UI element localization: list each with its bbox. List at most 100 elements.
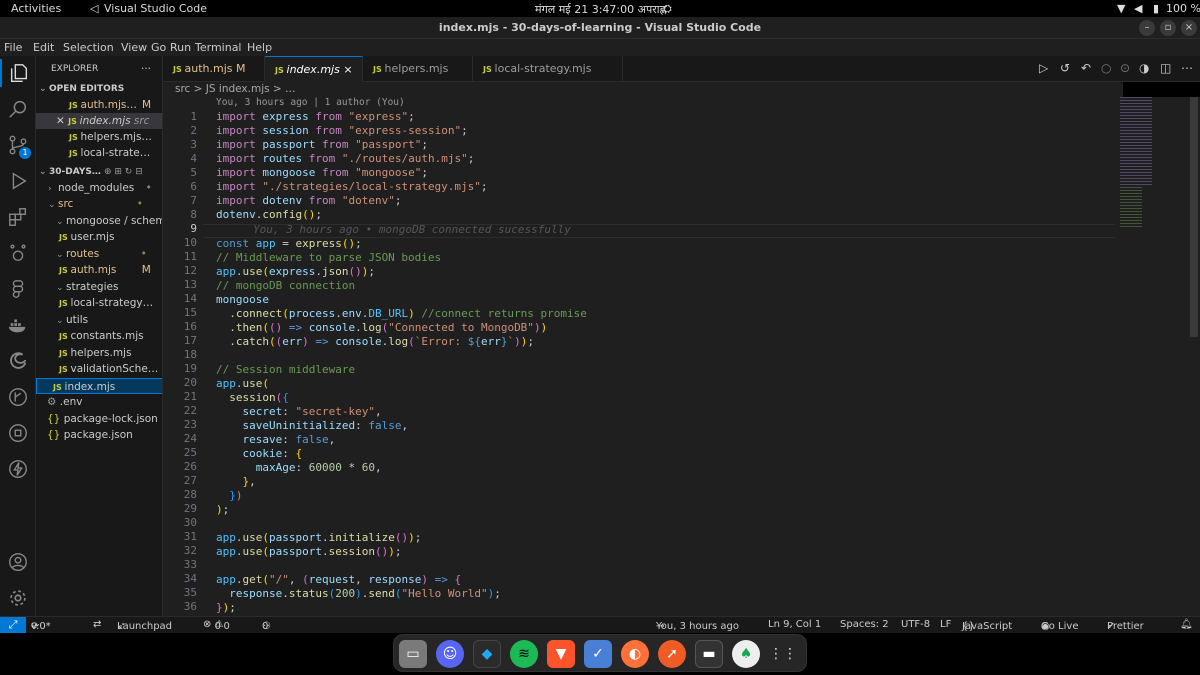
- code-comment: // Middleware to parse JSON bodies: [216, 251, 442, 264]
- volume-icon[interactable]: ◀: [1134, 2, 1142, 15]
- git-graph-icon[interactable]: [0, 383, 36, 411]
- brave-browser-icon[interactable]: ▼: [547, 640, 575, 668]
- menu-view[interactable]: View: [121, 41, 147, 54]
- app-name[interactable]: Visual Studio Code: [104, 2, 207, 15]
- compare-icon[interactable]: ⇄: [93, 619, 101, 630]
- settings-gear-icon[interactable]: [0, 584, 36, 612]
- menu-file[interactable]: File: [4, 41, 22, 54]
- run-debug-icon[interactable]: [0, 167, 36, 195]
- tree-file[interactable]: {} package.json: [36, 427, 162, 443]
- close-button[interactable]: ×: [1181, 20, 1197, 36]
- menu-run[interactable]: Run: [170, 41, 191, 54]
- tree-file[interactable]: JS user.mjs: [36, 229, 162, 245]
- code-editor[interactable]: You, 3 hours ago | 1 author (You) 123456…: [163, 97, 1120, 616]
- remote-explorer-icon[interactable]: [0, 419, 36, 447]
- tree-file[interactable]: JS constants.mjs: [36, 328, 162, 344]
- minimap[interactable]: [1120, 97, 1188, 616]
- terminal-app-icon[interactable]: ▬: [695, 640, 723, 668]
- code-line: response.status(200).send("Hello World")…: [229, 587, 501, 600]
- explorer-sidebar: EXPLORER ··· ⌄ OPEN EDITORS JS auth.mjs… …: [36, 56, 163, 616]
- menu-terminal[interactable]: Terminal: [195, 41, 242, 54]
- workspace-header[interactable]: ⌄ 30-DAYS… ⊕ ⊞ ↻ ⊟: [39, 164, 162, 180]
- tree-file[interactable]: JS local-strategy…: [36, 295, 162, 311]
- previous-change-icon[interactable]: ○: [1101, 61, 1111, 75]
- remote-indicator-icon[interactable]: ⤢: [0, 617, 26, 633]
- figma-icon[interactable]: [0, 275, 36, 303]
- maximize-button[interactable]: ▫: [1160, 20, 1176, 36]
- tree-folder[interactable]: › node_modules •: [36, 180, 162, 196]
- open-editor-item[interactable]: JS local-strate…: [36, 145, 162, 161]
- open-preview-icon[interactable]: ◑: [1139, 61, 1149, 75]
- account-icon[interactable]: [0, 548, 36, 576]
- revert-icon[interactable]: ↶: [1081, 61, 1091, 75]
- open-editor-item[interactable]: JS auth.mjs… M: [36, 97, 162, 113]
- activities-button[interactable]: Activities: [11, 2, 61, 15]
- tab-local-strategy[interactable]: JS local-strategy.mjs: [473, 56, 623, 82]
- menu-selection[interactable]: Selection: [63, 41, 114, 54]
- tree-folder[interactable]: ⌄mongoose / schem…: [36, 213, 162, 229]
- minimize-button[interactable]: –: [1139, 20, 1155, 36]
- tab-index[interactable]: JS index.mjs ×: [265, 56, 363, 82]
- vscode-dock-icon[interactable]: ◆: [473, 640, 501, 668]
- tree-folder[interactable]: ⌄ routes •: [36, 246, 162, 262]
- tree-folder[interactable]: ⌄ src •: [36, 196, 162, 212]
- tree-folder[interactable]: ⌄ utils: [36, 312, 162, 328]
- firefox-app-icon[interactable]: ◐: [621, 640, 649, 668]
- explorer-icon[interactable]: [0, 59, 36, 87]
- thunder-client-icon[interactable]: [0, 455, 36, 483]
- editor-scrollbar[interactable]: [1188, 97, 1200, 616]
- tab-helpers[interactable]: JS helpers.mjs: [363, 56, 473, 82]
- mongodb-compass-icon[interactable]: ♠: [732, 640, 760, 668]
- menu-go[interactable]: Go: [151, 41, 166, 54]
- line-ending[interactable]: LF: [940, 619, 951, 630]
- tree-file[interactable]: JS validationSche…: [36, 361, 162, 377]
- problems-indicator[interactable]: ⊗ 0 ⚠ 0: [203, 619, 230, 632]
- tree-file[interactable]: JS auth.mjs M: [36, 262, 162, 278]
- cursor-position[interactable]: Ln 9, Col 1: [768, 619, 821, 630]
- tree-file-selected[interactable]: JS index.mjs: [36, 378, 162, 394]
- tree-folder[interactable]: ⌄ strategies: [36, 279, 162, 295]
- tree-file[interactable]: {} package-lock.json: [36, 411, 162, 427]
- indentation[interactable]: Spaces: 2: [840, 619, 889, 630]
- files-app-icon[interactable]: ▭: [399, 640, 427, 668]
- menu-edit[interactable]: Edit: [33, 41, 54, 54]
- close-tab-icon[interactable]: ×: [343, 63, 352, 76]
- open-editor-item-active[interactable]: ✕ JS index.mjs src: [36, 113, 162, 129]
- line-number: 31: [183, 530, 197, 543]
- next-change-icon[interactable]: ⊙: [1120, 61, 1130, 75]
- notifications-bell-icon[interactable]: 🔔︎: [1180, 619, 1193, 630]
- breadcrumb[interactable]: src > JS index.mjs > …: [163, 82, 1123, 97]
- split-editor-icon[interactable]: ◫: [1160, 61, 1171, 75]
- postman-app-icon[interactable]: ➚: [658, 640, 686, 668]
- open-editor-item[interactable]: JS helpers.mjs…: [36, 129, 162, 145]
- inline-blame-hint: You, 3 hours ago • mongoDB connected suc…: [253, 223, 571, 236]
- app-grid-icon[interactable]: ⋮⋮: [769, 640, 797, 668]
- line-number: 24: [183, 432, 197, 445]
- wifi-icon[interactable]: ▼: [1117, 2, 1125, 15]
- menu-help[interactable]: Help: [247, 41, 272, 54]
- timeline-icon[interactable]: ↺: [1060, 61, 1070, 75]
- workspace-actions-icon[interactable]: ⊕ ⊞ ↻ ⊟: [104, 167, 143, 177]
- code-line: app.get("/", (request, response) => {: [216, 573, 462, 586]
- docker-icon[interactable]: [0, 311, 36, 339]
- codelens-blame[interactable]: You, 3 hours ago | 1 author (You): [216, 97, 405, 108]
- spotify-app-icon[interactable]: ≋: [510, 640, 538, 668]
- discord-app-icon[interactable]: ☺: [436, 640, 464, 668]
- explorer-more-button[interactable]: ···: [141, 61, 161, 77]
- battery-icon[interactable]: ▮: [1153, 2, 1159, 15]
- source-control-icon[interactable]: 1: [0, 131, 36, 159]
- extensions-icon[interactable]: [0, 203, 36, 231]
- more-actions-icon[interactable]: ⋯: [1181, 61, 1193, 75]
- tree-file[interactable]: JS helpers.mjs: [36, 345, 162, 361]
- clock[interactable]: मंगल मई 21 3:47:00 अपराह्ण: [535, 2, 666, 17]
- tab-auth[interactable]: JS auth.mjs M: [163, 56, 265, 82]
- line-number: 15: [183, 306, 197, 319]
- edge-devtools-icon[interactable]: [0, 347, 36, 375]
- open-editors-header[interactable]: ⌄ OPEN EDITORS: [39, 81, 162, 97]
- gitlens-icon[interactable]: [0, 239, 36, 267]
- tree-file[interactable]: ⚙ .env: [36, 394, 162, 410]
- search-icon[interactable]: [0, 95, 36, 123]
- run-file-icon[interactable]: ▷: [1039, 61, 1048, 75]
- encoding[interactable]: UTF-8: [901, 619, 930, 630]
- tasks-app-icon[interactable]: ✓: [584, 640, 612, 668]
